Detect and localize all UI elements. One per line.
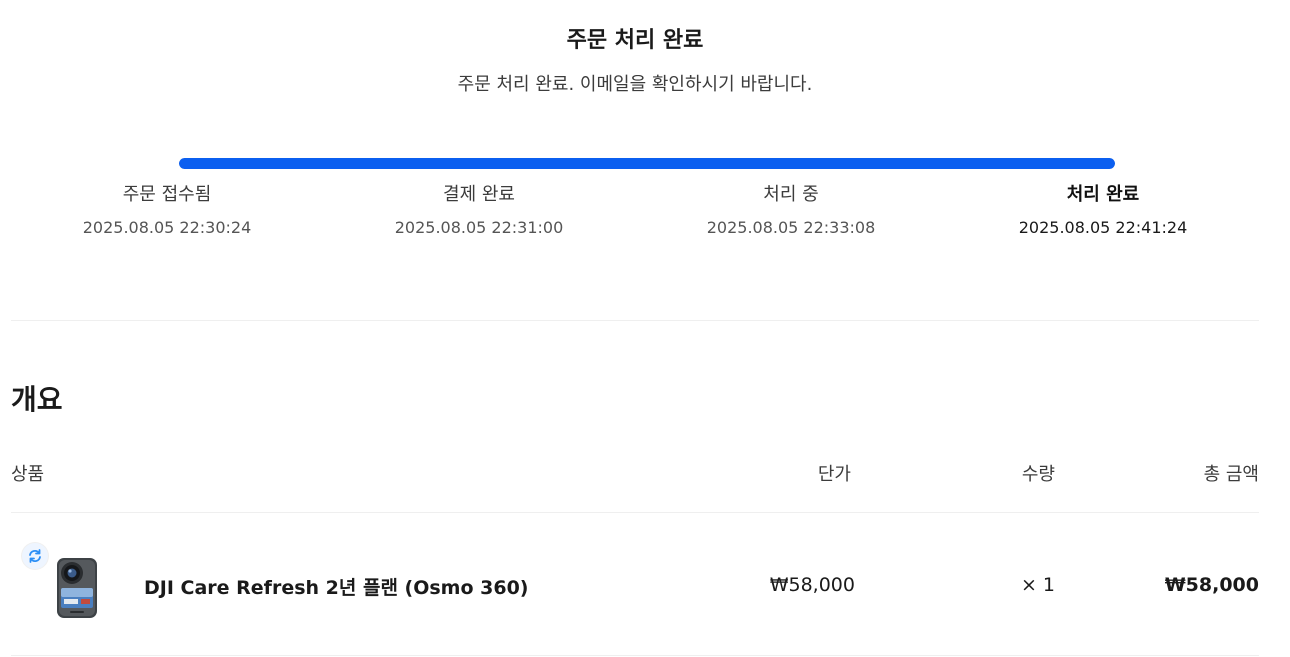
product-name-link[interactable]: DJI Care Refresh 2년 플랜 (Osmo 360): [144, 573, 529, 600]
step-label: 결제 완료: [443, 184, 515, 205]
section-divider: [11, 320, 1259, 321]
step-timestamp: 2025.08.05 22:33:08: [706, 218, 876, 237]
progress-step-processing: 처리 중 2025.08.05 22:33:08: [671, 182, 911, 238]
step-timestamp: 2025.08.05 22:41:24: [1018, 218, 1188, 237]
osmo-360-camera-image: [57, 558, 97, 618]
column-header-product: 상품: [11, 464, 45, 485]
page-subtitle: 주문 처리 완료. 이메일을 확인하시기 바랍니다.: [457, 74, 813, 95]
order-complete-page: 주문 처리 완료 주문 처리 완료. 이메일을 확인하시기 바랍니다. 주문 접…: [0, 0, 1290, 657]
product-thumbnail[interactable]: [22, 543, 112, 623]
table-row-divider: [11, 655, 1259, 656]
table-header-divider: [11, 512, 1259, 513]
step-label: 처리 완료: [1066, 184, 1140, 205]
step-label: 주문 접수됨: [122, 184, 212, 205]
step-label: 처리 중: [763, 184, 819, 205]
progress-step-payment-complete: 결제 완료 2025.08.05 22:31:00: [359, 182, 599, 238]
column-header-quantity: 수량: [1021, 464, 1055, 485]
order-progress-bar: [179, 158, 1115, 169]
step-timestamp: 2025.08.05 22:31:00: [394, 218, 564, 237]
product-unit-price: ₩58,000: [769, 574, 855, 596]
step-timestamp: 2025.08.05 22:30:24: [82, 218, 252, 237]
column-header-total: 총 금액: [1203, 464, 1259, 485]
product-quantity: × 1: [1020, 574, 1055, 596]
column-header-unit-price: 단가: [817, 464, 851, 485]
progress-step-completed: 처리 완료 2025.08.05 22:41:24: [983, 182, 1223, 238]
refresh-icon: [22, 543, 48, 569]
order-progress-fill: [179, 158, 1115, 169]
progress-step-order-received: 주문 접수됨 2025.08.05 22:30:24: [47, 182, 287, 238]
summary-heading: 개요: [11, 383, 63, 416]
product-total: ₩58,000: [1164, 574, 1259, 596]
page-title: 주문 처리 완료: [566, 28, 704, 53]
